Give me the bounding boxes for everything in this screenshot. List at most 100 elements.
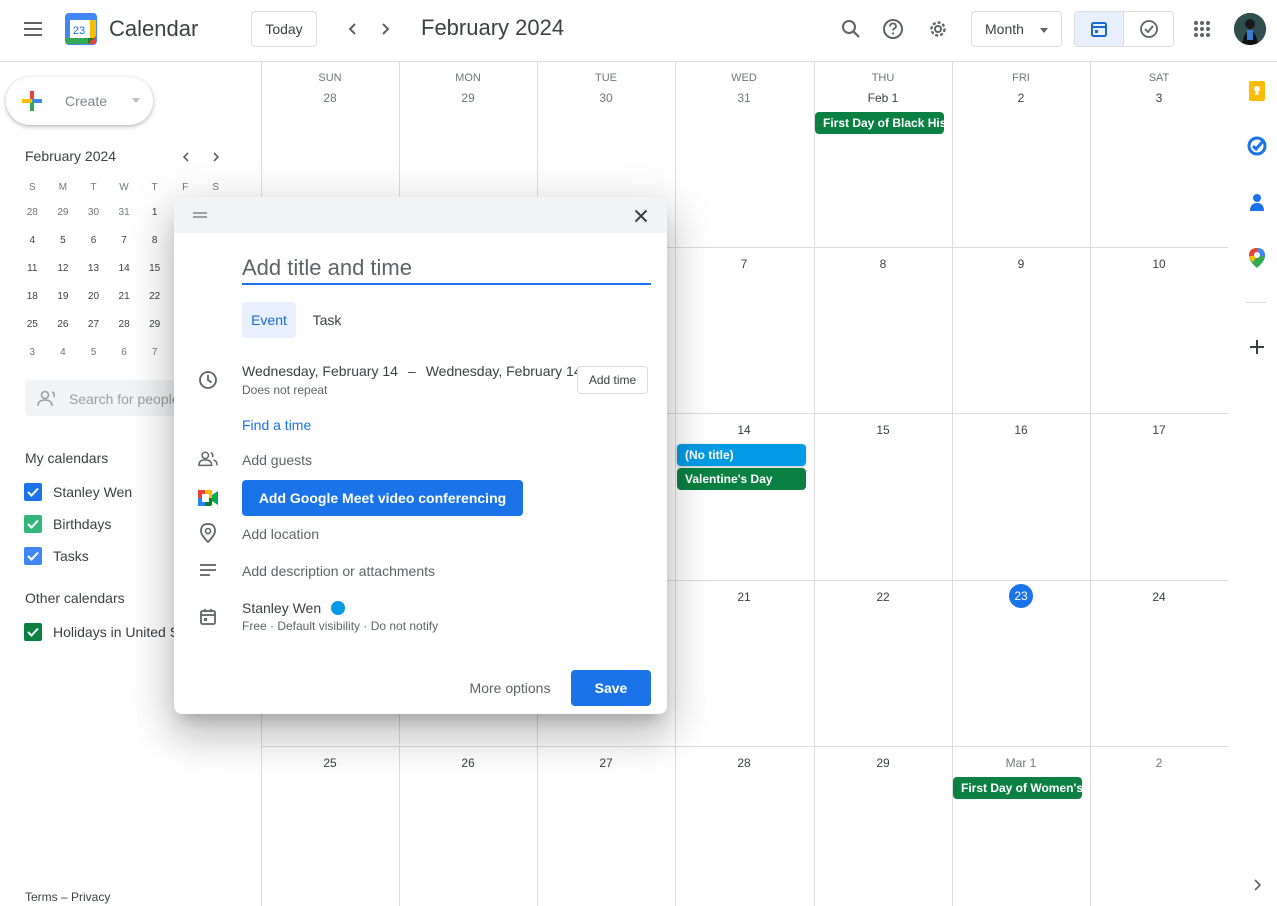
find-a-time-link[interactable]: Find a time (242, 417, 311, 433)
contacts-icon[interactable] (1245, 190, 1269, 214)
maps-icon[interactable] (1245, 246, 1269, 270)
day-number[interactable]: 2 (1090, 756, 1228, 770)
today-button[interactable]: Today (251, 11, 317, 47)
account-avatar[interactable] (1234, 13, 1266, 45)
mini-day[interactable]: 29 (139, 319, 170, 330)
day-number[interactable]: 26 (399, 756, 537, 770)
save-button[interactable]: Save (571, 670, 651, 706)
mini-day[interactable]: 28 (109, 319, 140, 330)
day-number[interactable]: 24 (1090, 590, 1228, 604)
create-button[interactable]: Create (6, 77, 153, 125)
day-number[interactable]: 28 (261, 91, 399, 105)
day-number[interactable]: 2 (952, 91, 1090, 105)
mini-day[interactable]: 11 (17, 263, 48, 274)
today-marker[interactable]: 23 (1009, 584, 1033, 608)
checkbox-checked-icon[interactable] (24, 515, 42, 533)
calendar-item-stanley-wen[interactable]: Stanley Wen (24, 482, 132, 502)
mini-day[interactable]: 21 (109, 291, 140, 302)
add-time-button[interactable]: Add time (577, 366, 648, 394)
checkbox-checked-icon[interactable] (24, 483, 42, 501)
my-calendars-heading[interactable]: My calendars (25, 450, 108, 466)
settings-gear-icon[interactable] (921, 12, 955, 46)
mini-day[interactable]: 22 (139, 291, 170, 302)
day-number[interactable]: 7 (675, 257, 813, 271)
apps-grid-icon[interactable] (1185, 12, 1219, 46)
mini-calendar-next-button[interactable] (206, 147, 226, 167)
search-people-input[interactable]: Search for people (25, 380, 185, 416)
event-chip[interactable]: First Day of Black History Month (815, 112, 944, 134)
mini-day[interactable]: 15 (139, 263, 170, 274)
add-guests-field[interactable]: Add guests (242, 452, 312, 468)
mini-day[interactable]: 8 (139, 235, 170, 246)
day-number[interactable]: 29 (814, 756, 952, 770)
day-number[interactable]: 8 (814, 257, 952, 271)
day-number[interactable]: 3 (1090, 91, 1228, 105)
mini-day[interactable]: 12 (48, 263, 79, 274)
event-title-input[interactable] (242, 253, 651, 285)
event-chip[interactable]: Valentine's Day (677, 468, 806, 490)
day-number[interactable]: 22 (814, 590, 952, 604)
terms-privacy-links[interactable]: Terms – Privacy (25, 890, 110, 904)
add-meet-conferencing-button[interactable]: Add Google Meet video conferencing (242, 480, 523, 516)
mini-day[interactable]: 25 (17, 319, 48, 330)
event-date-range[interactable]: Wednesday, February 14– Wednesday, Februa… (242, 363, 582, 379)
draft-event-chip[interactable]: (No title) (677, 444, 806, 466)
calendar-logo-icon[interactable]: 23 (65, 13, 97, 45)
close-icon[interactable] (630, 205, 652, 227)
drag-handle-icon[interactable] (193, 212, 207, 218)
calendar-item-tasks[interactable]: Tasks (24, 546, 89, 566)
start-date[interactable]: Wednesday, February 14 (242, 363, 398, 379)
day-number[interactable]: 21 (675, 590, 813, 604)
mini-day[interactable]: 6 (78, 235, 109, 246)
day-number[interactable]: 14 (675, 423, 813, 437)
day-number[interactable]: 25 (261, 756, 399, 770)
day-number[interactable]: 30 (537, 91, 675, 105)
checkbox-checked-icon[interactable] (24, 623, 42, 641)
tasks-icon[interactable] (1245, 134, 1269, 158)
more-options-button[interactable]: More options (455, 670, 565, 706)
main-menu-icon[interactable] (14, 10, 52, 48)
mini-day[interactable]: 7 (139, 347, 170, 358)
app-title[interactable]: Calendar (109, 16, 198, 42)
view-switcher-dropdown[interactable]: Month (971, 11, 1062, 47)
day-number[interactable]: 28 (675, 756, 813, 770)
next-period-button[interactable] (370, 14, 400, 44)
day-number[interactable]: 31 (675, 91, 813, 105)
expand-side-panel-chevron-icon[interactable] (1245, 873, 1269, 897)
repeat-setting[interactable]: Does not repeat (242, 383, 327, 397)
mini-day[interactable]: 5 (48, 235, 79, 246)
day-number[interactable]: 9 (952, 257, 1090, 271)
day-number[interactable]: Mar 1 (952, 756, 1090, 770)
event-chip[interactable]: First Day of Women's History Month (953, 777, 1082, 799)
search-icon[interactable] (834, 12, 868, 46)
day-number[interactable]: 15 (814, 423, 952, 437)
mini-day[interactable]: 1 (139, 207, 170, 218)
mini-day[interactable]: 29 (48, 207, 79, 218)
add-location-field[interactable]: Add location (242, 526, 319, 542)
dialog-drag-bar[interactable] (174, 197, 667, 233)
mini-day[interactable]: 27 (78, 319, 109, 330)
day-number[interactable]: 27 (537, 756, 675, 770)
tab-task[interactable]: Task (302, 302, 352, 338)
day-number[interactable]: 17 (1090, 423, 1228, 437)
day-number[interactable]: 29 (399, 91, 537, 105)
checkbox-checked-icon[interactable] (24, 547, 42, 565)
other-calendars-heading[interactable]: Other calendars (25, 590, 125, 606)
mini-day[interactable]: 18 (17, 291, 48, 302)
day-number[interactable]: 10 (1090, 257, 1228, 271)
mini-day[interactable]: 26 (48, 319, 79, 330)
add-description-field[interactable]: Add description or attachments (242, 563, 435, 579)
day-number[interactable]: Feb 1 (814, 91, 952, 105)
add-addon-plus-icon[interactable] (1245, 335, 1269, 359)
previous-period-button[interactable] (338, 14, 368, 44)
calendar-item-birthdays[interactable]: Birthdays (24, 514, 111, 534)
end-date[interactable]: Wednesday, February 14 (426, 363, 582, 379)
calendar-view-toggle[interactable] (1075, 12, 1125, 46)
mini-day[interactable]: 7 (109, 235, 140, 246)
mini-day[interactable]: 3 (17, 347, 48, 358)
mini-day[interactable]: 5 (78, 347, 109, 358)
help-icon[interactable] (876, 12, 910, 46)
mini-day[interactable]: 30 (78, 207, 109, 218)
mini-day[interactable]: 28 (17, 207, 48, 218)
calendar-owner-selector[interactable]: Stanley Wen (242, 600, 346, 616)
